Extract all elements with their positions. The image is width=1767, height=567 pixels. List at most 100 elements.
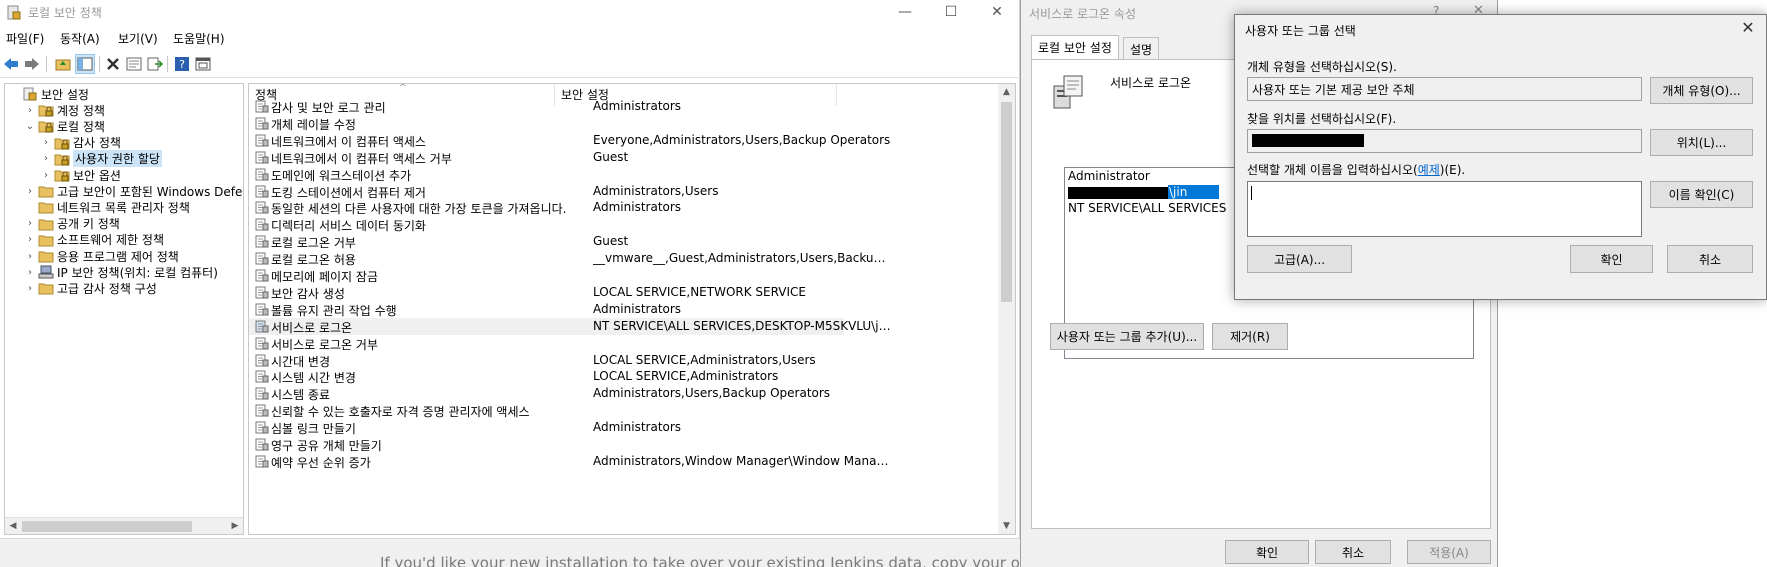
- chevron-right-icon[interactable]: ›: [40, 170, 52, 181]
- chevron-right-icon[interactable]: ›: [24, 105, 36, 116]
- redacted-block: [1068, 186, 1168, 199]
- table-row[interactable]: 신뢰할 수 있는 호출자로 자격 증명 관리자에 액세스: [249, 402, 844, 419]
- minimize-button[interactable]: —: [882, 0, 928, 26]
- chevron-right-icon[interactable]: ›: [40, 137, 52, 148]
- table-row[interactable]: 보안 감사 생성 LOCAL SERVICE,NETWORK SERVICE: [249, 284, 844, 301]
- table-row[interactable]: 개체 레이블 수정: [249, 115, 844, 132]
- maximize-button[interactable]: ☐: [928, 0, 974, 26]
- tab-local-security-setting[interactable]: 로컬 보안 설정: [1031, 35, 1119, 60]
- background-page-text: If you'd like your new installation to t…: [380, 554, 1034, 567]
- apply-button[interactable]: 적용(A): [1407, 540, 1491, 564]
- chevron-down-icon[interactable]: ⌄: [24, 121, 36, 132]
- chevron-right-icon[interactable]: ›: [24, 234, 36, 245]
- policy-name: 디렉터리 서비스 데이터 동기화: [271, 219, 426, 234]
- scroll-down-arrow-icon[interactable]: ▼: [998, 518, 1015, 534]
- table-row[interactable]: 네트워크에서 이 컴퓨터 액세스 거부 Guest: [249, 149, 844, 166]
- security-settings-icon: [23, 87, 37, 101]
- table-row[interactable]: 메모리에 페이지 잠금: [249, 267, 844, 284]
- table-row[interactable]: 시스템 종료 Administrators,Users,Backup Operat…: [249, 385, 844, 402]
- table-row[interactable]: 감사 및 보안 로그 관리 Administrators: [249, 98, 844, 115]
- table-row[interactable]: 디렉터리 서비스 데이터 동기화: [249, 216, 844, 233]
- advanced-button[interactable]: 고급(A)...: [1247, 245, 1352, 273]
- table-row[interactable]: 도킹 스테이션에서 컴퓨터 제거 Administrators,Users: [249, 183, 844, 200]
- console-icon[interactable]: [193, 54, 213, 74]
- policy-name: 서비스로 로그온: [271, 320, 353, 335]
- policy-name: 시간대 변경: [271, 354, 331, 369]
- folder-lock-icon: [54, 154, 70, 166]
- scroll-thumb[interactable]: [1001, 102, 1012, 302]
- tab-explain[interactable]: 설명: [1123, 37, 1160, 59]
- chevron-right-icon[interactable]: ›: [24, 283, 36, 294]
- menu-file[interactable]: 파일(F): [6, 30, 44, 47]
- table-row[interactable]: 시간대 변경 LOCAL SERVICE,Administrators,Users: [249, 352, 844, 369]
- member-item-selected[interactable]: \jin: [1068, 185, 1225, 199]
- object-names-input[interactable]: [1247, 181, 1642, 237]
- chevron-right-icon[interactable]: ›: [24, 251, 36, 262]
- menu-action[interactable]: 동작(A): [60, 30, 100, 47]
- security-setting-value: Administrators: [593, 99, 682, 113]
- table-row[interactable]: 볼륨 유지 관리 작업 수행 Administrators: [249, 301, 844, 318]
- cancel-button[interactable]: 취소: [1315, 540, 1391, 564]
- select-dialog-title: 사용자 또는 그룹 선택: [1245, 24, 1356, 38]
- table-row[interactable]: 예약 우선 순위 증가 Administrators,Window Manager…: [249, 453, 893, 470]
- tree-pane[interactable]: 보안 설정 › 계정 정책 ⌄ 로컬 정책 › 감사 정책 › 사용자 권한 할당 › 보안 옵션 ›…: [4, 83, 244, 535]
- policy-list-pane[interactable]: 정책 ^ 보안 설정 감사 및 보안 로그 관리 Administrators 개체…: [248, 83, 1016, 535]
- ok-button[interactable]: 확인: [1570, 245, 1653, 273]
- security-setting-value: Administrators,Window Manager\Window Man…: [593, 453, 893, 468]
- properties-icon[interactable]: [124, 54, 144, 74]
- chevron-right-icon[interactable]: ›: [24, 186, 36, 197]
- menu-help[interactable]: 도움말(H): [173, 30, 225, 47]
- table-row[interactable]: 동일한 세션의 다른 사용자에 대한 가장 토큰을 가져옵니다. Administ…: [249, 199, 844, 216]
- locations-button[interactable]: 위치(L)...: [1650, 129, 1753, 156]
- tree-horizontal-scrollbar[interactable]: ◀ ▶: [5, 517, 243, 534]
- close-icon[interactable]: ✕: [1736, 17, 1760, 39]
- tree-item-label: 사용자 권한 할당: [73, 150, 162, 168]
- back-icon[interactable]: [1, 54, 21, 74]
- close-button[interactable]: ✕: [974, 0, 1020, 26]
- chevron-right-icon[interactable]: ›: [40, 153, 52, 164]
- policy-name: 서비스로 로그온 거부: [271, 337, 378, 352]
- table-row[interactable]: 로컬 로그온 허용 __vmware__,Guest,Administrators…: [249, 250, 893, 267]
- scroll-left-arrow-icon[interactable]: ◀: [5, 518, 21, 534]
- examples-link[interactable]: 예제: [1418, 163, 1440, 177]
- scroll-right-arrow-icon[interactable]: ▶: [227, 518, 243, 534]
- policy-item-icon: [255, 168, 269, 181]
- policy-item-icon: [255, 404, 269, 417]
- table-row[interactable]: 도메인에 워크스테이션 추가: [249, 166, 844, 183]
- export-icon[interactable]: [145, 54, 165, 74]
- security-setting-value: LOCAL SERVICE,Administrators,Users: [593, 352, 816, 367]
- list-vertical-scrollbar[interactable]: ▲ ▼: [998, 84, 1015, 534]
- ok-button[interactable]: 확인: [1225, 540, 1309, 564]
- toolbar: ?: [0, 50, 1020, 78]
- menu-view[interactable]: 보기(V): [118, 30, 158, 47]
- chevron-right-icon[interactable]: ›: [24, 267, 36, 278]
- help-icon[interactable]: ?: [172, 54, 192, 74]
- forward-icon[interactable]: [22, 54, 42, 74]
- scroll-thumb[interactable]: [22, 521, 192, 532]
- add-user-or-group-button[interactable]: 사용자 또는 그룹 추가(U)...: [1050, 323, 1204, 350]
- object-types-button[interactable]: 개체 유형(O)...: [1650, 77, 1753, 104]
- chevron-right-icon[interactable]: ›: [24, 218, 36, 229]
- table-row[interactable]: 심볼 링크 만들기 Administrators: [249, 419, 844, 436]
- delete-icon[interactable]: [103, 54, 123, 74]
- table-row[interactable]: 서비스로 로그온 NT SERVICE\ALL SERVICES,DESKTOP-…: [249, 317, 893, 335]
- tree-item[interactable]: › 고급 감사 정책 구성: [24, 279, 157, 297]
- member-item[interactable]: NT SERVICE\ALL SERVICES: [1068, 201, 1226, 215]
- tree-item-label: 고급 감사 정책 구성: [57, 281, 157, 296]
- tree-item-label: IP 보안 정책(위치: 로컬 컴퓨터): [57, 265, 218, 280]
- cancel-button[interactable]: 취소: [1667, 245, 1753, 273]
- scroll-up-arrow-icon[interactable]: ▲: [998, 84, 1015, 100]
- main-titlebar[interactable]: 로컬 보안 정책 — ☐ ✕: [0, 0, 1020, 26]
- table-row[interactable]: 시스템 시간 변경 LOCAL SERVICE,Administrators: [249, 368, 844, 385]
- table-row[interactable]: 영구 공유 개체 만들기: [249, 436, 844, 453]
- text-cursor: [1251, 186, 1252, 200]
- table-row[interactable]: 네트워크에서 이 컴퓨터 액세스 Everyone,Administrators,…: [249, 132, 890, 149]
- table-row[interactable]: 로컬 로그온 거부 Guest: [249, 233, 844, 250]
- security-setting-value: LOCAL SERVICE,NETWORK SERVICE: [593, 284, 807, 299]
- check-names-button[interactable]: 이름 확인(C): [1650, 181, 1753, 208]
- remove-button[interactable]: 제거(R): [1212, 323, 1288, 350]
- table-row[interactable]: 서비스로 로그온 거부: [249, 335, 844, 352]
- show-tree-icon[interactable]: [75, 54, 95, 74]
- member-item[interactable]: Administrator: [1068, 169, 1150, 183]
- up-folder-icon[interactable]: [53, 54, 73, 74]
